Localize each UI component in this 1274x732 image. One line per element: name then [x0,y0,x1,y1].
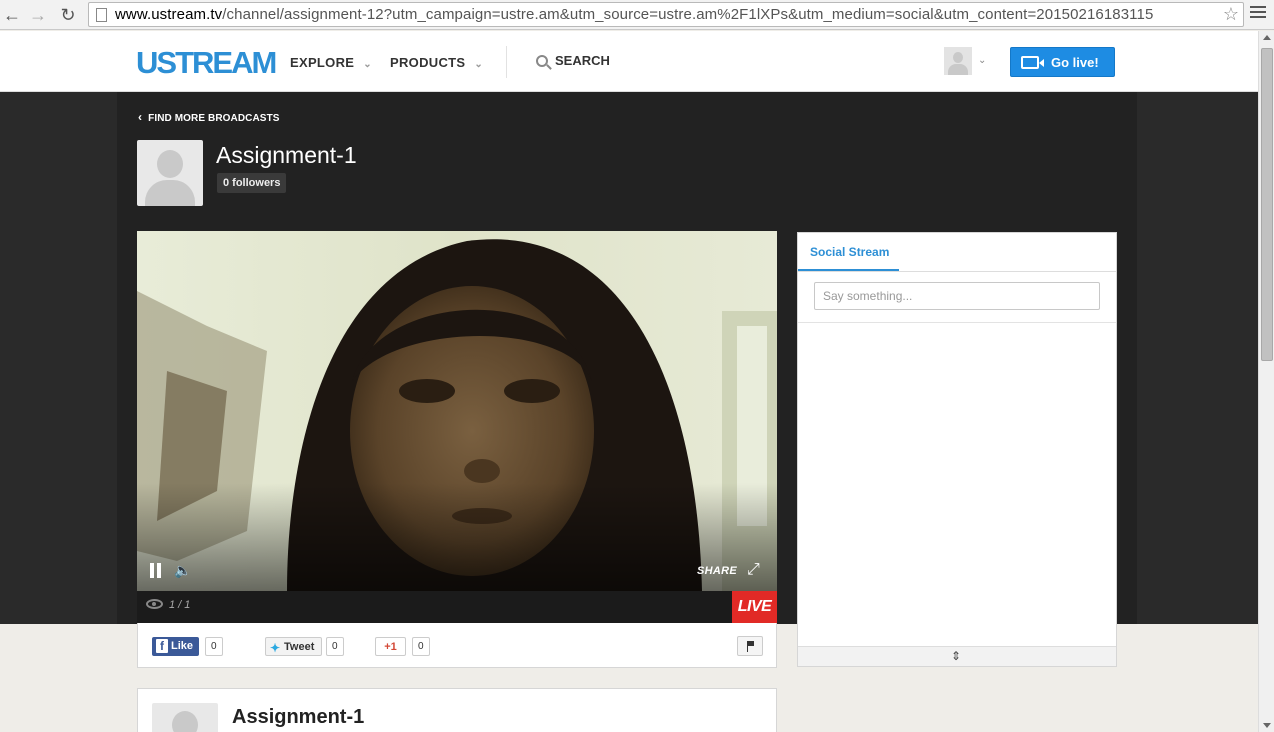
player-status-bar [137,591,777,623]
tweet-button[interactable]: ✦ Tweet [265,637,322,656]
chevron-down-icon[interactable]: ⌄ [978,55,986,66]
page-icon [96,8,107,22]
social-stream-panel: Social Stream ⇕ [797,232,1117,667]
go-live-label: Go live! [1051,55,1099,70]
pause-button[interactable] [149,563,163,578]
channel-info-avatar [152,703,218,732]
url-text[interactable]: www.ustream.tv/channel/assignment-12?utm… [115,6,1153,23]
hamburger-menu-icon[interactable] [1250,6,1266,22]
header-divider [506,46,507,78]
browser-toolbar: ← → ↻ www.ustream.tv/channel/assignment-… [0,0,1274,30]
fullscreen-icon[interactable]: ⤢ [747,561,760,579]
chat-message-input[interactable] [814,282,1100,310]
facebook-like-button[interactable]: f Like [152,637,199,656]
tweet-label: Tweet [284,641,315,653]
tab-social-stream[interactable]: Social Stream [798,233,899,271]
nav-explore-label: EXPLORE [290,55,355,70]
nav-explore[interactable]: EXPLORE ⌄ [290,55,372,70]
nav-products-label: PRODUCTS [390,55,466,70]
nav-products[interactable]: PRODUCTS ⌄ [390,55,483,70]
gplus-count: 0 [412,637,430,656]
viewer-count: 1 / 1 [146,599,190,611]
channel-avatar[interactable] [137,140,203,206]
video-player[interactable] [137,231,777,591]
address-bar[interactable]: www.ustream.tv/channel/assignment-12?utm… [88,2,1244,27]
share-button[interactable]: SHARE [697,565,737,577]
forward-arrow-icon[interactable]: → [28,5,48,25]
viewer-count-value: 1 / 1 [169,599,191,611]
eye-icon [146,599,163,609]
gplus-label: +1 [384,641,397,653]
url-host: www.ustream.tv [115,6,223,23]
twitter-bird-icon: ✦ [270,641,281,655]
search-button[interactable]: SEARCH [536,53,610,68]
like-count: 0 [205,637,223,656]
facebook-icon: f [156,639,168,653]
user-avatar[interactable] [944,47,972,75]
scrollbar-thumb[interactable] [1261,48,1273,361]
find-more-broadcasts-link[interactable]: ‹ FIND MORE BROADCASTS [138,110,280,124]
followers-badge[interactable]: 0 followers [217,173,287,193]
video-frame [137,231,777,591]
stream-divider [798,322,1116,323]
like-label: Like [171,640,194,652]
live-badge: LIVE [732,591,777,623]
reload-icon[interactable]: ↻ [58,5,78,25]
share-bar [137,623,777,668]
chevron-down-icon: ⌄ [363,59,372,70]
tweet-count: 0 [326,637,344,656]
page-scrollbar[interactable] [1258,31,1274,732]
google-plus-button[interactable]: +1 [375,637,406,656]
scroll-down-arrow-icon[interactable] [1263,723,1271,728]
channel-info-title: Assignment-1 [232,706,365,728]
search-label: SEARCH [555,53,610,68]
search-icon [536,55,548,67]
camera-icon [1021,56,1044,69]
resize-arrows-icon[interactable]: ⇕ [951,649,961,663]
bookmark-star-icon[interactable]: ☆ [1223,4,1239,25]
chevron-down-icon: ⌄ [474,59,484,70]
back-link-label: FIND MORE BROADCASTS [148,113,280,124]
go-live-button[interactable]: Go live! [1010,47,1115,77]
channel-title: Assignment-1 [216,142,357,168]
back-arrow-icon[interactable]: ← [2,5,22,25]
scroll-up-arrow-icon[interactable] [1263,35,1271,40]
site-header: USTREAM EXPLORE ⌄ PRODUCTS ⌄ SEARCH ⌄ Go l… [0,31,1258,92]
ustream-logo[interactable]: USTREAM [136,45,277,81]
url-path: /channel/assignment-12?utm_campaign=ustr… [222,6,1154,23]
flag-icon[interactable] [737,636,763,656]
stream-footer: ⇕ [798,646,1116,666]
volume-icon[interactable]: 🔈 [174,562,191,579]
chevron-left-icon: ‹ [138,110,143,124]
tab-divider [798,271,1116,272]
